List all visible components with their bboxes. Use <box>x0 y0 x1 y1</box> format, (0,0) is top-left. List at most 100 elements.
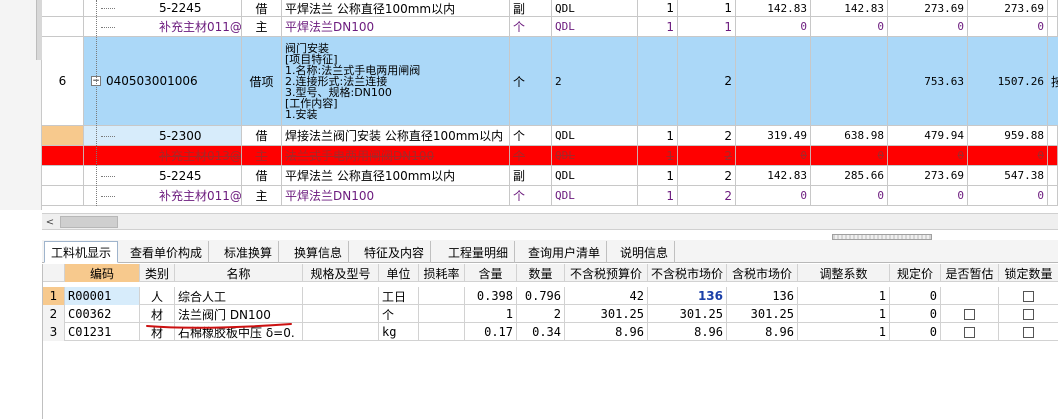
tab-conversion-info[interactable]: 换算信息 <box>288 241 350 263</box>
table-row[interactable]: 1 R00001 人 综合人工 工日 0.398 0.796 42 136 13… <box>43 287 1058 305</box>
fixed-price-cell[interactable]: 0 <box>890 323 941 341</box>
provisional-checkbox[interactable] <box>964 308 975 320</box>
name-cell[interactable]: 法兰阀门 DN100 <box>175 305 303 323</box>
column-header-unit[interactable]: 单位 <box>379 264 419 282</box>
loss-cell[interactable] <box>419 287 465 305</box>
market-price-tax-cell[interactable]: 136 <box>727 287 798 305</box>
table-row-highlighted[interactable]: 补充主材013@1 主 法兰式手电两用闸阀DN100 个 QDL 1 2 0 0… <box>42 146 1058 166</box>
tab-resource-display[interactable]: 工料机显示 <box>44 241 119 263</box>
code-cell[interactable]: C00362 <box>65 305 140 323</box>
column-header-content[interactable]: 含量 <box>465 264 517 282</box>
name-cell[interactable]: 焊接法兰阀门安装 公称直径100mm以内 <box>282 126 510 145</box>
content-cell[interactable]: 1 <box>465 305 517 323</box>
content-cell[interactable]: 0.17 <box>465 323 517 341</box>
category-cell[interactable]: 人 <box>140 287 175 305</box>
column-header-code[interactable]: 编码 <box>65 264 140 282</box>
expr-cell[interactable]: QDL <box>552 0 638 16</box>
name-cell[interactable]: 法兰式手电两用闸阀DN100 <box>282 146 510 165</box>
market-price-tax-cell[interactable]: 8.96 <box>727 323 798 341</box>
expr-cell[interactable]: QDL <box>552 146 638 165</box>
adjust-coef-cell[interactable]: 1 <box>798 287 890 305</box>
column-header-name[interactable]: 名称 <box>175 264 303 282</box>
unit-cell[interactable]: kg <box>379 323 419 341</box>
tab-query-user-list[interactable]: 查询用户清单 <box>522 241 608 263</box>
unit-cell[interactable]: 工日 <box>379 287 419 305</box>
table-row[interactable]: 补充主材011@1 主 平焊法兰DN100 个 QDL 1 2 0 0 0 0 <box>42 186 1058 206</box>
column-header-category[interactable]: 类别 <box>140 264 175 282</box>
spec-cell[interactable] <box>303 287 379 305</box>
tab-features-content[interactable]: 特征及内容 <box>358 241 432 263</box>
tab-standard-conversion[interactable]: 标准换算 <box>218 241 280 263</box>
provisional-cell[interactable] <box>941 323 999 341</box>
table-row[interactable]: 2 C00362 材 法兰阀门 DN100 个 1 2 301.25 301.2… <box>43 305 1058 323</box>
quantity-cell[interactable]: 0.796 <box>517 287 565 305</box>
market-price-cell[interactable]: 8.96 <box>648 323 727 341</box>
column-header-adjust-coef[interactable]: 调整系数 <box>798 264 890 282</box>
code-cell[interactable]: R00001 <box>65 287 140 305</box>
column-header-market-price[interactable]: 不含税市场价 <box>648 264 727 282</box>
name-cell[interactable]: 平焊法兰 公称直径100mm以内 <box>282 0 510 16</box>
column-header-loss[interactable]: 损耗率 <box>419 264 465 282</box>
adjust-coef-cell[interactable]: 1 <box>798 305 890 323</box>
name-cell[interactable]: 平焊法兰 公称直径100mm以内 <box>282 166 510 185</box>
column-header-budget-price[interactable]: 不含税预算价 <box>565 264 648 282</box>
market-price-cell[interactable]: 301.25 <box>648 305 727 323</box>
total-cell: 0 <box>968 186 1048 205</box>
column-header-spec[interactable]: 规格及型号 <box>303 264 379 282</box>
expr-cell[interactable]: 2 <box>552 37 638 125</box>
column-header-quantity[interactable]: 数量 <box>517 264 565 282</box>
horizontal-scrollbar[interactable]: < <box>42 213 1058 230</box>
spec-cell[interactable] <box>303 323 379 341</box>
code-cell[interactable]: C01231 <box>65 323 140 341</box>
provisional-cell[interactable] <box>941 305 999 323</box>
provisional-cell[interactable] <box>941 287 999 305</box>
table-row-selected[interactable]: 6 − 040503001006 借项 阀门安装 [项目特征] 1.名称:法兰式… <box>42 37 1058 126</box>
quantity-cell[interactable]: 2 <box>517 305 565 323</box>
content-cell[interactable]: 0.398 <box>465 287 517 305</box>
lock-qty-cell[interactable] <box>999 323 1058 341</box>
fixed-price-cell[interactable]: 0 <box>890 287 941 305</box>
lock-qty-cell[interactable] <box>999 287 1058 305</box>
name-cell[interactable]: 综合人工 <box>175 287 303 305</box>
market-price-tax-cell[interactable]: 301.25 <box>727 305 798 323</box>
lock-qty-checkbox[interactable] <box>1023 308 1034 320</box>
unit-cell[interactable]: 个 <box>379 305 419 323</box>
loss-cell[interactable] <box>419 323 465 341</box>
tab-quantity-detail[interactable]: 工程量明细 <box>442 241 516 263</box>
budget-price-cell[interactable]: 42 <box>565 287 648 305</box>
scroll-left-arrow-icon[interactable]: < <box>42 214 58 230</box>
table-row[interactable]: 5-2245 借 平焊法兰 公称直径100mm以内 副 QDL 1 1 142.… <box>42 0 1058 17</box>
budget-price-cell[interactable]: 301.25 <box>565 305 648 323</box>
lock-qty-checkbox[interactable] <box>1023 290 1034 302</box>
fixed-price-cell[interactable]: 0 <box>890 305 941 323</box>
column-header-lock-qty[interactable]: 锁定数量 <box>999 264 1058 282</box>
expr-cell[interactable]: QDL <box>552 17 638 36</box>
adjust-coef-cell[interactable]: 1 <box>798 323 890 341</box>
expr-cell[interactable]: QDL <box>552 186 638 205</box>
category-cell[interactable]: 材 <box>140 305 175 323</box>
table-row[interactable]: 5-2245 借 平焊法兰 公称直径100mm以内 副 QDL 1 2 142.… <box>42 166 1058 186</box>
tab-description[interactable]: 说明信息 <box>614 241 676 263</box>
lock-qty-checkbox[interactable] <box>1023 326 1034 338</box>
name-cell[interactable]: 平焊法兰DN100 <box>282 17 510 36</box>
tab-unit-price-composition[interactable]: 查看单价构成 <box>124 241 210 263</box>
horizontal-scroll-thumb[interactable] <box>60 216 118 228</box>
column-header-market-price-tax[interactable]: 含税市场价 <box>727 264 798 282</box>
provisional-checkbox[interactable] <box>964 326 975 338</box>
expr-cell[interactable]: QDL <box>552 166 638 185</box>
table-row[interactable]: 补充主材011@1 主 平焊法兰DN100 个 QDL 1 1 0 0 0 0 <box>42 17 1058 37</box>
loss-cell[interactable] <box>419 305 465 323</box>
name-cell[interactable]: 阀门安装 [项目特征] 1.名称:法兰式手电两用闸阀 2.连接形式:法兰连接 3… <box>282 37 510 125</box>
quantity-cell[interactable]: 0.34 <box>517 323 565 341</box>
name-cell[interactable]: 平焊法兰DN100 <box>282 186 510 205</box>
spec-cell[interactable] <box>303 305 379 323</box>
column-header-fixed-price[interactable]: 规定价 <box>890 264 941 282</box>
table-row[interactable]: 5-2300 借 焊接法兰阀门安装 公称直径100mm以内 个 QDL 1 2 … <box>42 126 1058 146</box>
expr-cell[interactable]: QDL <box>552 126 638 145</box>
lock-qty-cell[interactable] <box>999 305 1058 323</box>
code-cell[interactable]: 补充主材013@1 <box>84 146 242 165</box>
column-header-provisional[interactable]: 是否暂估 <box>941 264 999 282</box>
budget-price-cell[interactable]: 8.96 <box>565 323 648 341</box>
market-price-cell[interactable]: 136 <box>648 287 727 305</box>
code-cell[interactable]: − 040503001006 <box>84 37 242 125</box>
